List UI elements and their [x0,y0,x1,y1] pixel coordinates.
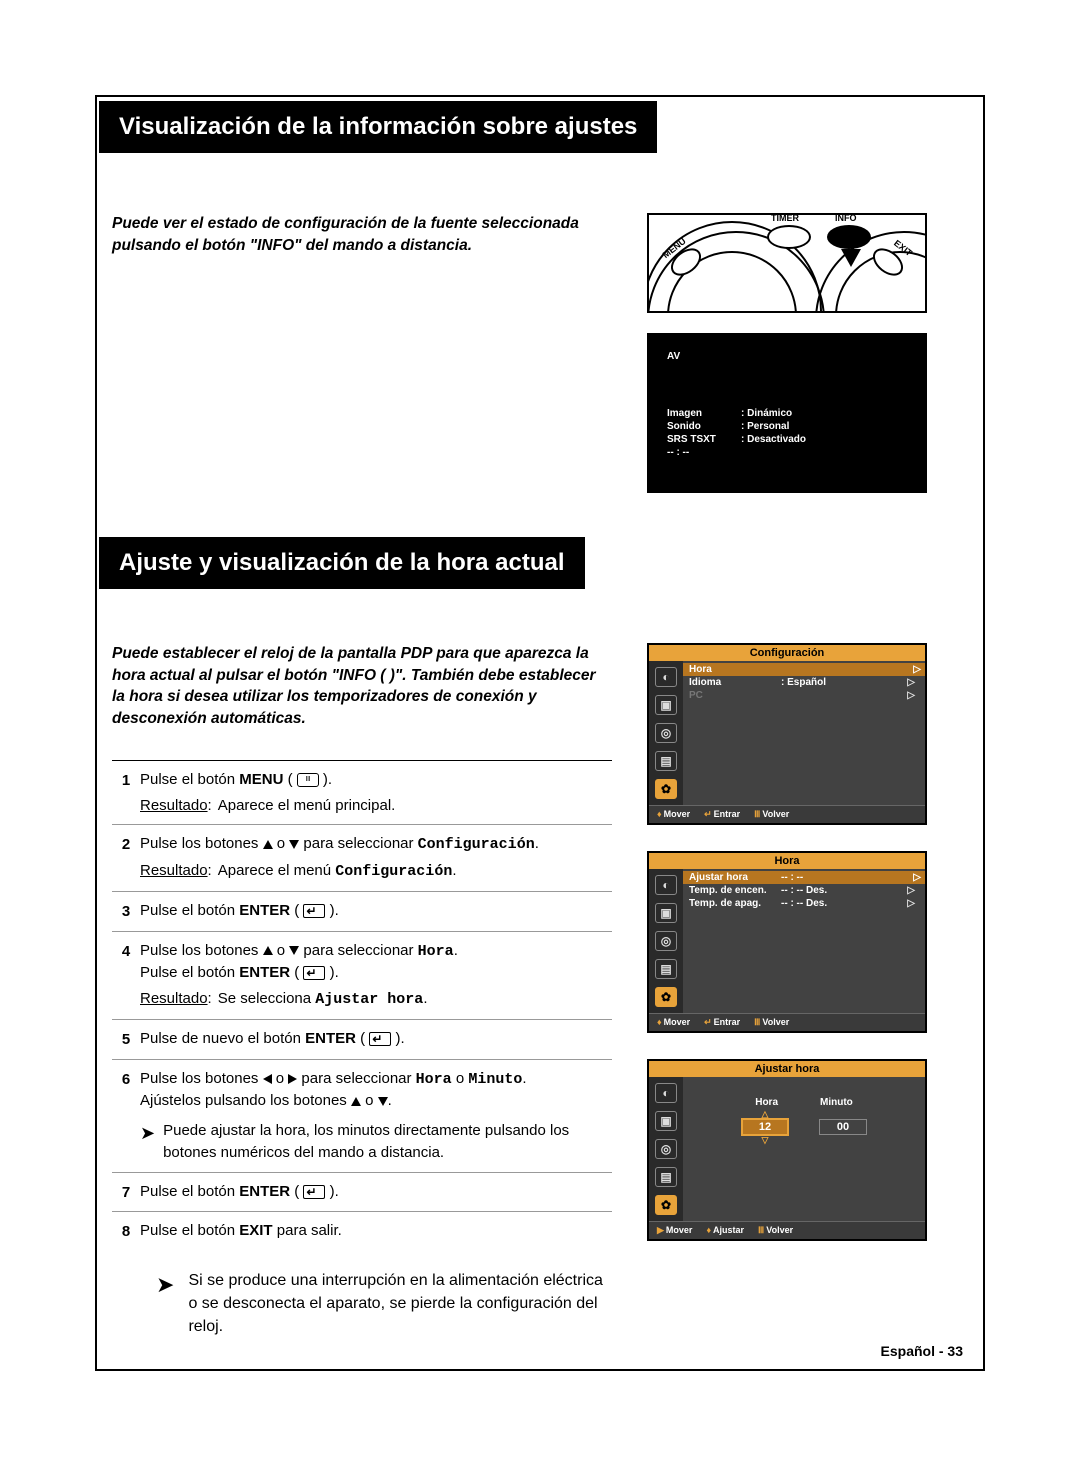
step: 5Pulse de nuevo el botón ENTER ( ). [112,1020,612,1060]
osd-title: Hora [649,853,925,869]
step-number: 6 [112,1068,140,1164]
step-number: 1 [112,769,140,817]
enter-button-icon [303,1185,325,1199]
adjust-up-icon: △ [762,1110,769,1118]
osd-setup-icon: ✿ [655,1195,677,1215]
page-footer: Español - 33 [881,1343,963,1359]
arrow-up-icon [351,1097,361,1106]
osd-footer: ♦Mover ↵Entrar ⅢVolver [649,1013,925,1031]
osd-row-hora: Hora▷ [683,663,925,676]
osd-picture-icon: ◐ [655,875,677,895]
osd-row-apag: Temp. de apag.-- : -- Des.▷ [689,897,919,910]
osd-pc-icon: ▤ [655,959,677,979]
osd-sound-icon: ▣ [655,695,677,715]
osd-row-encen: Temp. de encen.-- : -- Des.▷ [689,884,919,897]
arrow-right-icon [288,1074,297,1084]
adjust-down-icon: ▽ [762,1136,769,1144]
enter-button-icon [369,1032,391,1046]
remote-label-timer: TIMER [771,213,799,223]
osd-channel-icon: ◎ [655,931,677,951]
osd-row-idioma: Idioma: Español▷ [689,676,919,689]
adjust-value-hora: 12 [741,1118,789,1136]
info-row: SRS TSXT: Desactivado [667,434,907,445]
step-number: 5 [112,1028,140,1051]
remote-button-info-icon [827,225,871,249]
intro-text-2: Puede establecer el reloj de la pantalla… [112,643,597,730]
osd-setup-icon: ✿ [655,987,677,1007]
osd-sound-icon: ▣ [655,1111,677,1131]
info-row: -- : -- [667,447,907,458]
osd-sidebar: ◐ ▣ ◎ ▤ ✿ [649,661,683,805]
remote-button-timer-icon [767,225,811,249]
arrow-down-icon [378,1097,388,1106]
section-title-1: Visualización de la información sobre aj… [99,101,657,153]
osd-configuracion: Configuración ◐ ▣ ◎ ▤ ✿ Hora▷ I [647,643,927,825]
steps-list: 1Pulse el botón MENU ( ⅠⅠⅠ ).Resultado:A… [112,760,612,1251]
osd-channel-icon: ◎ [655,723,677,743]
step-number: 8 [112,1220,140,1243]
remote-illustration: TIMER INFO MENU EXIT [647,213,927,313]
info-row: Imagen: Dinámico [667,408,907,419]
osd-picture-icon: ◐ [655,1083,677,1103]
step-number: 4 [112,940,140,1011]
osd-ajustar-hora: Ajustar hora ◐ ▣ ◎ ▤ ✿ Hora Minuto [647,1059,927,1241]
adjust-value-minuto: 00 [819,1119,867,1135]
menu-button-icon: ⅠⅠⅠ [297,773,319,787]
osd-footer: ▶Mover ♦Ajustar ⅢVolver [649,1221,925,1239]
arrow-up-icon [263,946,273,955]
adjust-label-hora: Hora [755,1097,778,1108]
osd-sidebar: ◐ ▣ ◎ ▤ ✿ [649,869,683,1013]
osd-title: Configuración [649,645,925,661]
osd-picture-icon: ◐ [655,667,677,687]
section-title-2: Ajuste y visualización de la hora actual [99,537,585,589]
osd-title: Ajustar hora [649,1061,925,1077]
osd-setup-icon: ✿ [655,779,677,799]
arrow-down-icon [289,840,299,849]
osd-pc-icon: ▤ [655,1167,677,1187]
info-screen: AV Imagen: Dinámico Sonido: Personal SRS… [647,333,927,493]
pointer-arrow-icon [841,249,861,267]
step: 7Pulse el botón ENTER ( ). [112,1173,612,1213]
osd-channel-icon: ◎ [655,1139,677,1159]
remote-label-info: INFO [835,213,857,223]
step: 8Pulse el botón EXIT para salir. [112,1212,612,1251]
arrow-left-icon [263,1074,272,1084]
step: 6Pulse los botones o para seleccionar Ho… [112,1060,612,1173]
enter-button-icon [303,904,325,918]
info-row: Sonido: Personal [667,421,907,432]
osd-sound-icon: ▣ [655,903,677,923]
enter-button-icon [303,966,325,980]
osd-hora: Hora ◐ ▣ ◎ ▤ ✿ Ajustar hora-- : --▷ [647,851,927,1033]
arrow-down-icon [289,946,299,955]
intro-text-1: Puede ver el estado de configuración de … [112,213,597,256]
osd-row-pc: PC▷ [689,689,919,702]
step: 3Pulse el botón ENTER ( ). [112,892,612,932]
arrow-up-icon [263,840,273,849]
osd-pc-icon: ▤ [655,751,677,771]
step: 4Pulse los botones o para seleccionar Ho… [112,932,612,1020]
note-arrow-icon: ➤ [140,1120,155,1164]
info-source: AV [667,351,907,362]
adjust-label-minuto: Minuto [820,1097,853,1108]
step-number: 3 [112,900,140,923]
note-arrow-icon: ➤ [156,1269,174,1339]
final-note: ➤ Si se produce una interrupción en la a… [112,1269,612,1339]
step-number: 2 [112,833,140,883]
osd-footer: ♦Mover ↵Entrar ⅢVolver [649,805,925,823]
step-number: 7 [112,1181,140,1204]
step: 1Pulse el botón MENU ( ⅠⅠⅠ ).Resultado:A… [112,761,612,826]
step: 2Pulse los botones o para seleccionar Co… [112,825,612,892]
osd-sidebar: ◐ ▣ ◎ ▤ ✿ [649,1077,683,1221]
osd-row-ajustar: Ajustar hora-- : --▷ [683,871,925,884]
